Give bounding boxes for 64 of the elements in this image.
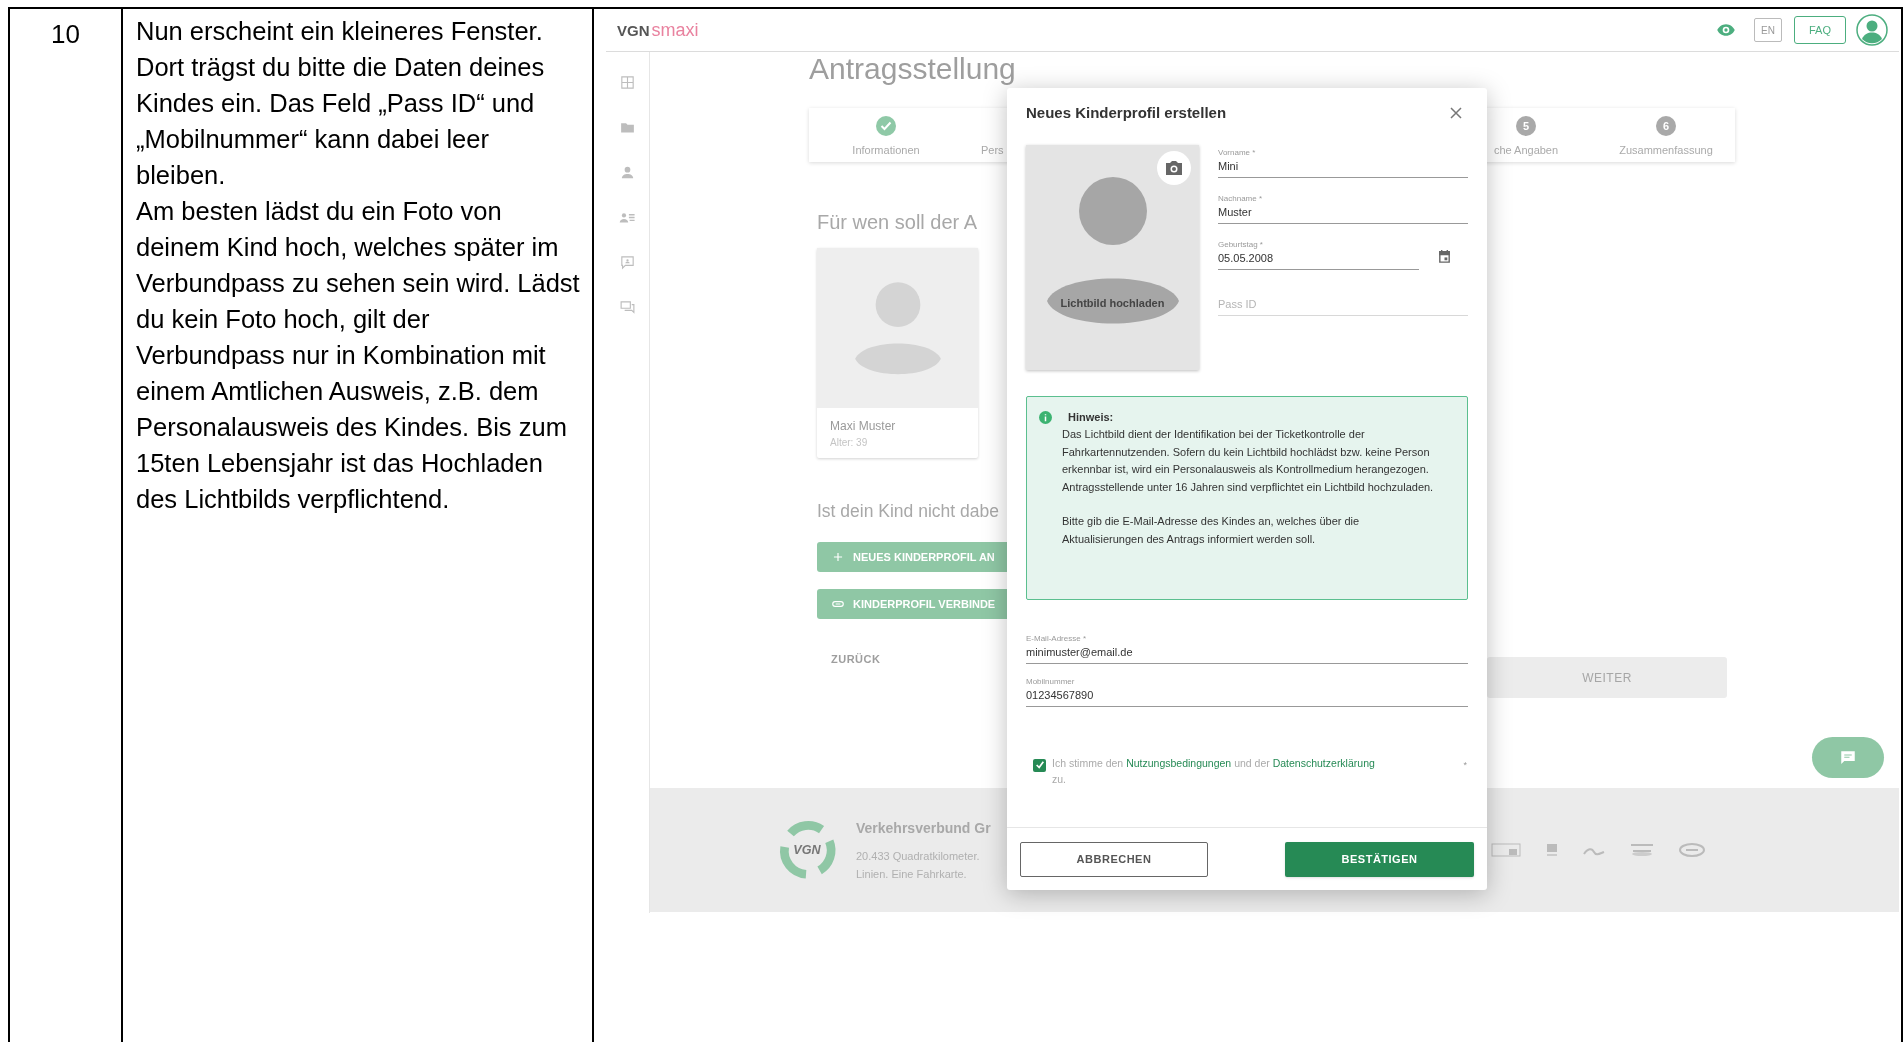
partner-logo	[1631, 844, 1653, 856]
partner-logo	[1547, 844, 1557, 856]
step-number: 5	[1516, 116, 1536, 136]
notice-title: Hinweis:	[1068, 409, 1114, 425]
confirm-button[interactable]: BESTÄTIGEN	[1285, 841, 1474, 877]
notice-text: Bitte gib die E-Mail-Adresse des Kindes an, welches über die Aktualisierungen des Antrags informiert werden soll.	[1062, 514, 1361, 547]
language-button[interactable]: EN	[1754, 18, 1782, 42]
input-field[interactable]: Muster	[1218, 203, 1468, 224]
field-label: E-Mail-Adresse *	[1026, 633, 1086, 644]
footer-text: 20.433 Quadratkilometer.	[856, 848, 981, 864]
checkbox[interactable]	[1033, 758, 1046, 772]
consent-link[interactable]: Datenschutzerklärung	[1272, 756, 1375, 769]
instruction-text: Am besten lädst du ein Foto von deinem Kind hoch, welches später im Verbundpass zu sehen sein wird. Lädst du kein Foto hoch, gilt der Verbundpass nur in Kombination mit einem Amtlichen Ausweis, z.B. dem Personalausweis des Kindes. Bis zum 15ten Lebensjahr ist das Hochladen des Lichtbilds verpflichtend.	[136, 196, 581, 515]
photo-upload[interactable]: Lichtbild hochladen	[1026, 144, 1199, 370]
partner-logo	[1491, 843, 1521, 857]
grid-icon[interactable]	[619, 74, 636, 91]
section-heading: Für wen soll der A	[817, 210, 978, 234]
photo-upload-label: Lichtbild hochladen	[1060, 295, 1165, 311]
partner-logo	[1679, 843, 1705, 857]
close-icon[interactable]	[1449, 106, 1463, 121]
notice-text: Antragsstellende unter 16 Jahren sind verpflichtet ein Lichtbild hochzuladen.	[1062, 479, 1435, 495]
input-field[interactable]: Pass ID	[1218, 295, 1468, 316]
notice-text: Das Lichtbild dient der Identifikation bei der Ticketkontrolle der Fahrkartennutzenden. Sofern du kein Lichtbild hochlädst bzw. keine Person erkennbar ist, wird ein Personalausweis als Kontrollmedium herangezogen.	[1062, 427, 1431, 477]
required-mark: *	[1463, 758, 1467, 772]
avatar-icon[interactable]	[1856, 14, 1888, 46]
input-field[interactable]: 01234567890	[1026, 686, 1468, 707]
faq-button[interactable]: FAQ	[1794, 16, 1846, 44]
footer-title: Verkehrsverbund Gr	[856, 818, 992, 838]
profile-name: Maxi Muster	[830, 418, 897, 435]
consent-text: Ich stimme den Nutzungsbedingungen und der Datenschutzerklärung zu.	[1052, 755, 1376, 787]
chat-button[interactable]	[1812, 737, 1884, 778]
page-title: Antragsstellung	[809, 52, 1016, 86]
back-button[interactable]: ZURÜCK	[831, 651, 881, 668]
footer-text: Linien. Eine Fahrkarte.	[856, 866, 968, 882]
consent-link[interactable]: Nutzungsbedingungen	[1126, 756, 1232, 769]
profile-age: Alter: 39	[830, 436, 869, 450]
calendar-icon[interactable]	[1437, 248, 1452, 264]
instruction-text: Nun erscheint ein kleineres Fenster. Dort trägst du bitte die Daten deines Kindes ein. Das Feld „Pass ID“ und „Mobilnummer“ kann dabei leer bleiben.	[136, 16, 546, 191]
camera-icon[interactable]	[1157, 150, 1191, 185]
chat-icon	[1839, 748, 1857, 767]
profile-card[interactable]: Maxi Muster Alter: 39	[817, 248, 978, 458]
section-heading: Ist dein Kind nicht dabe	[817, 500, 999, 523]
step-label: Pers	[981, 143, 1004, 158]
cancel-button[interactable]: ABBRECHEN	[1020, 841, 1208, 877]
step-label: Zusammenfassung	[1619, 143, 1713, 158]
logo-text: VGN	[617, 20, 650, 41]
row-number: 10	[51, 18, 80, 51]
feedback-icon[interactable]	[619, 254, 636, 271]
field-label: Geburtstag *	[1218, 239, 1263, 250]
field-label: Nachname *	[1218, 193, 1263, 204]
step-number: 6	[1656, 116, 1676, 136]
check-icon	[1034, 760, 1045, 770]
input-field[interactable]: 05.05.2008	[1218, 249, 1419, 270]
field-label: Vorname *	[1218, 147, 1256, 158]
input-field[interactable]: minimuster@email.de	[1026, 643, 1468, 664]
step-label: che Angaben	[1493, 143, 1559, 158]
logo-text: smaxi	[651, 18, 699, 42]
step-label: Informationen	[852, 143, 920, 158]
field-label: Mobilnummer	[1026, 676, 1075, 687]
person-icon[interactable]	[619, 164, 636, 181]
info-icon	[1039, 410, 1052, 424]
chat-icon[interactable]	[619, 299, 636, 316]
input-field[interactable]: Mini	[1218, 157, 1468, 178]
dialog-title: Neues Kinderprofil erstellen	[1026, 103, 1227, 123]
